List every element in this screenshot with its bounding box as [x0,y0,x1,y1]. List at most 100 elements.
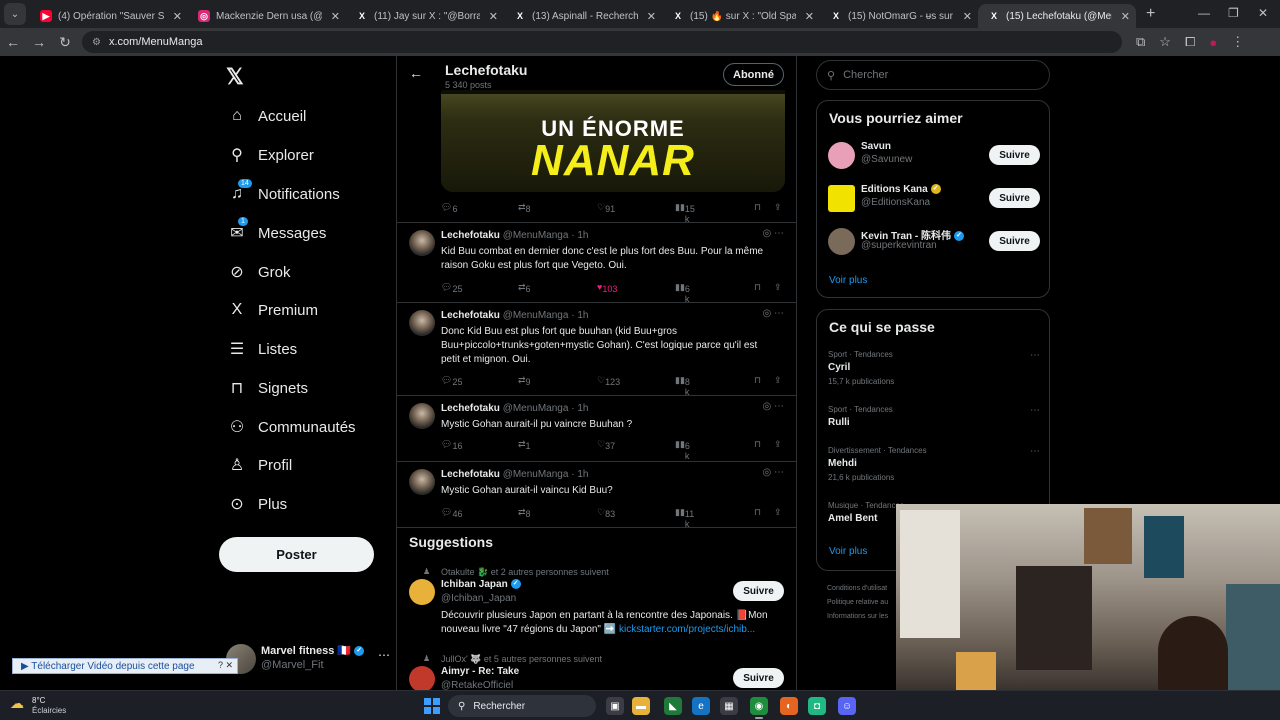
window-close-icon[interactable]: ✕ [1258,6,1268,20]
views-button[interactable]: ▮▮ 15 k [675,202,695,224]
repost-button[interactable]: ⇄ 9 [518,375,531,387]
tab-search-button[interactable]: ⌄ [4,3,26,25]
footer-link[interactable]: Conditions d'utilisat [827,582,888,596]
sidebar-item-notifications[interactable]: ♫ 14 Notifications [226,176,340,212]
forward-arrow-icon[interactable]: → [26,34,52,50]
bookmark-icon[interactable]: ⊓ [754,507,761,518]
reply-button[interactable]: 💬︎ 25 [441,375,462,387]
back-arrow-icon[interactable]: ← [0,34,26,50]
avatar[interactable] [409,469,435,495]
tweet-options[interactable]: ◎ ⋯ [762,467,784,478]
views-button[interactable]: ▮▮ 8 k [675,375,690,397]
firefox-icon[interactable]: ◐ [780,697,798,715]
like-button[interactable]: ♡ 83 [597,507,615,519]
chrome-icon[interactable]: ◉ [750,697,768,719]
avatar[interactable] [828,142,855,169]
share-icon[interactable]: ⇪ [774,439,782,450]
back-arrow-icon[interactable]: ← [409,65,423,81]
repost-button[interactable]: ⇄ 6 [518,282,531,294]
tab-close-icon[interactable]: ✕ [489,10,498,23]
browser-tab[interactable]: X (11) Jay sur X : "@Borrachinha ✕ [346,4,504,28]
follow-suggestion[interactable]: Savun @Savunew Suivre [828,139,1040,173]
profile-avatar-icon[interactable]: ● [1209,35,1217,50]
search-input[interactable]: ⚲ Chercher [816,60,1050,90]
repost-button[interactable]: ⇄ 8 [518,507,531,519]
bio-link[interactable]: kickstarter.com/projects/ichib... [619,624,755,635]
tweet[interactable]: Lechefotaku @MenuManga · 1h ◎ ⋯ Mystic G… [397,395,796,461]
like-button[interactable]: ♡ 123 [597,375,620,387]
taskbar-search[interactable]: ⚲ Rechercher [448,695,596,717]
avatar[interactable] [828,185,855,212]
store-icon[interactable]: ▦ [720,697,738,715]
reload-icon[interactable]: ↻ [52,34,78,51]
views-button[interactable]: ▮▮ 6 k [675,282,690,304]
avatar[interactable] [409,310,435,336]
tab-close-icon[interactable]: ✕ [647,10,656,23]
file-explorer-icon[interactable]: ▬ [632,697,650,715]
app-icon[interactable]: ◘ [808,697,826,715]
task-view-icon[interactable]: ▣ [606,697,624,715]
browser-tab[interactable]: X (15) NotOmarG - ᵾs sur X : "wh ✕ [820,4,978,28]
nvidia-icon[interactable]: ◣ [664,697,682,715]
trend-item[interactable]: Sport · Tendances Rulli ⋯ [828,405,1040,435]
suggestion-card[interactable]: ♟ Otakulte 🐉 et 2 autres personnes suive… [397,567,796,643]
sidebar-item-explorer[interactable]: ⚲ Explorer [226,137,314,173]
more-dots-icon[interactable]: ⋯ [1030,350,1040,361]
trend-item[interactable]: Divertissement · Tendances Mehdi 21,6 k … [828,446,1040,486]
share-icon[interactable]: ⇪ [774,375,782,386]
tab-close-icon[interactable]: ✕ [173,10,182,23]
bookmark-icon[interactable]: ⊓ [754,202,761,213]
trend-item[interactable]: Sport · Tendances Cyril 15,7 k publicati… [828,350,1040,390]
sidebar-item-premium[interactable]: X Premium [226,292,318,328]
share-icon[interactable]: ⇪ [774,282,782,293]
browser-tab[interactable]: X (15) 🔥 sur X : "Old Spain &gt ✕ [662,4,820,28]
follow-button[interactable]: Suivre [989,231,1040,251]
tab-close-icon[interactable]: ✕ [331,10,340,23]
reply-button[interactable]: 💬︎ 6 [441,202,457,214]
bookmark-icon[interactable]: ⊓ [754,375,761,386]
sidebar-item-listes[interactable]: ☰ Listes [226,331,297,367]
tweet-options[interactable]: ◎ ⋯ [762,228,784,239]
bookmark-star-icon[interactable]: ☆ [1159,34,1171,50]
like-button[interactable]: ♡ 91 [597,202,615,214]
follow-button[interactable]: Suivre [989,145,1040,165]
maximize-icon[interactable]: ❐ [1228,6,1239,20]
share-icon[interactable]: ⇪ [774,507,782,518]
windows-start-icon[interactable] [424,698,440,714]
sidebar-item-communautes[interactable]: ⚇ Communautés [226,409,356,445]
tweet[interactable]: Lechefotaku @MenuManga · 1h ◎ ⋯ Kid Buu … [397,222,796,304]
site-info-icon[interactable]: ⚙ [92,37,101,48]
new-tab-icon[interactable]: + [1146,5,1155,23]
footer-link[interactable]: Politique relative au [827,596,888,610]
bookmark-icon[interactable]: ⊓ [754,282,761,293]
more-dots-icon[interactable]: ⋯ [1030,405,1040,416]
browser-tab[interactable]: X (13) Aspinall - Recherche / X ✕ [504,4,662,28]
more-dots-icon[interactable]: ⋯ [378,648,390,662]
tab-close-icon[interactable]: ✕ [1121,10,1130,23]
sidebar-item-messages[interactable]: ✉ 1 Messages [226,215,326,251]
sidebar-item-plus[interactable]: ⊙ Plus [226,486,287,522]
extensions-icon[interactable]: ⧠ [1185,34,1195,50]
suggestion-card[interactable]: ♟ JullOx' 🐺 et 5 autres personnes suiven… [397,654,796,690]
reply-button[interactable]: 💬︎ 25 [441,282,462,294]
follow-suggestion[interactable]: Editions Kana ✓ @EditionsKana Suivre [828,182,1040,216]
more-dots-icon[interactable]: ⋯ [1030,446,1040,457]
tweet-options[interactable]: ◎ ⋯ [762,308,784,319]
account-switcher[interactable]: Marvel fitness 🇫🇷 ✓ @Marvel_Fit ⋯ [226,642,396,678]
follow-suggestion[interactable]: Kevin Tran - 陈科伟 ✓ @superkevintran Suivre [828,225,1040,259]
sidebar-item-accueil[interactable]: ⌂ Accueil [226,98,306,134]
repost-button[interactable]: ⇄ 8 [518,202,531,214]
like-button[interactable]: ♡ 37 [597,439,615,451]
repost-button[interactable]: ⇄ 1 [518,439,531,451]
x-logo-icon[interactable]: 𝕏 [226,64,244,90]
footer-link[interactable]: Informations sur les [827,610,888,624]
browser-tab[interactable]: ◎ Mackenzie Dern usa (@macke ✕ [188,4,346,28]
avatar[interactable] [409,403,435,429]
post-button[interactable]: Poster [219,537,374,572]
share-icon[interactable]: ⇪ [774,202,782,213]
tab-close-icon[interactable]: ✕ [805,10,814,23]
avatar[interactable] [828,228,855,255]
banner-close-icon[interactable]: ? ✕ [218,660,233,671]
edge-icon[interactable]: e [692,697,710,715]
tweet-options[interactable]: ◎ ⋯ [762,401,784,412]
